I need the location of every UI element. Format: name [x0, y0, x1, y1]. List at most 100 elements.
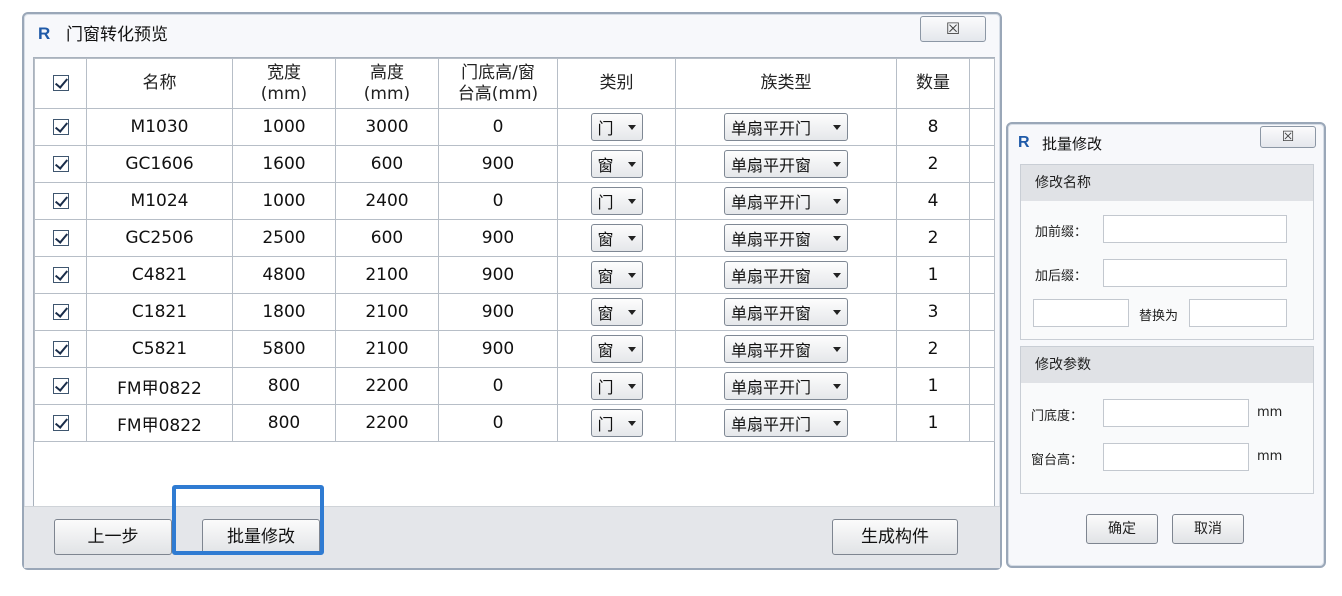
chevron-down-icon: [627, 420, 636, 426]
row-checkbox[interactable]: [52, 230, 69, 246]
category-value: 窗: [597, 156, 614, 175]
height-cell: 2100: [335, 293, 439, 331]
chevron-down-icon: [627, 272, 636, 278]
sill-cell: 900: [438, 219, 558, 257]
spacer-cell: [969, 219, 995, 257]
category-dropdown[interactable]: 窗: [590, 261, 643, 289]
row-select-cell[interactable]: [34, 182, 87, 220]
family-type-dropdown[interactable]: 单扇平开门: [724, 409, 848, 437]
row-checkbox[interactable]: [52, 156, 69, 172]
row-select-cell[interactable]: [34, 404, 87, 442]
table-row[interactable]: M1024 1000 2400 0 门 单扇平开门 4: [34, 182, 995, 220]
select-all-checkbox[interactable]: [52, 75, 69, 91]
family-type-value: 单扇平开窗: [731, 230, 812, 249]
category-cell: 窗: [557, 145, 676, 183]
category-cell: 窗: [557, 330, 676, 368]
table-row[interactable]: GC2506 2500 600 900 窗 单扇平开窗 2: [34, 219, 995, 257]
quantity-cell: 8: [896, 108, 970, 146]
row-select-cell[interactable]: [34, 145, 87, 183]
row-select-cell[interactable]: [34, 108, 87, 146]
cancel-button[interactable]: 取消: [1172, 514, 1244, 544]
column-header-spacer: [969, 58, 995, 109]
spacer-cell: [969, 145, 995, 183]
door-sill-input[interactable]: [1103, 399, 1249, 427]
ok-button[interactable]: 确定: [1086, 514, 1158, 544]
chevron-down-icon: [627, 235, 636, 241]
table-row[interactable]: C1821 1800 2100 900 窗 单扇平开窗 3: [34, 293, 995, 331]
category-value: 窗: [597, 230, 614, 249]
category-value: 门: [597, 193, 614, 212]
replace-input[interactable]: [1189, 299, 1287, 327]
family-cell: 单扇平开门: [675, 367, 897, 405]
table-row[interactable]: M1030 1000 3000 0 门 单扇平开门 8: [34, 108, 995, 146]
batch-modify-dialog: R 批量修改 ☒ 修改名称 加前缀： 加后缀： 替换为 修改参数 门底度： mm…: [1006, 122, 1326, 568]
row-checkbox[interactable]: [52, 119, 69, 135]
row-checkbox[interactable]: [52, 267, 69, 283]
family-type-dropdown[interactable]: 单扇平开门: [724, 113, 848, 141]
quantity-cell: 1: [896, 367, 970, 405]
category-dropdown[interactable]: 门: [590, 409, 643, 437]
window-sill-input[interactable]: [1103, 443, 1249, 471]
revit-logo-icon: R: [38, 24, 51, 43]
table-row[interactable]: FM甲0822 800 2200 0 门 单扇平开门 1: [34, 404, 995, 442]
select-all-cell[interactable]: [34, 58, 87, 109]
family-type-value: 单扇平开窗: [731, 156, 812, 175]
column-header-width: 宽度 (mm): [232, 58, 336, 109]
category-dropdown[interactable]: 窗: [590, 298, 643, 326]
prefix-input[interactable]: [1103, 215, 1287, 243]
find-input[interactable]: [1033, 299, 1129, 327]
row-checkbox[interactable]: [52, 304, 69, 320]
family-type-dropdown[interactable]: 单扇平开门: [724, 372, 848, 400]
chevron-down-icon: [833, 309, 841, 315]
category-dropdown[interactable]: 窗: [590, 150, 643, 178]
row-checkbox[interactable]: [52, 341, 69, 357]
row-select-cell[interactable]: [34, 293, 87, 331]
previous-step-button[interactable]: 上一步: [54, 519, 172, 555]
sill-cell: 900: [438, 256, 558, 294]
chevron-down-icon: [833, 383, 841, 389]
row-checkbox[interactable]: [52, 193, 69, 209]
category-dropdown[interactable]: 门: [590, 113, 643, 141]
width-cell: 4800: [232, 256, 336, 294]
row-checkbox[interactable]: [52, 378, 69, 394]
family-type-dropdown[interactable]: 单扇平开窗: [724, 335, 848, 363]
table-row[interactable]: C4821 4800 2100 900 窗 单扇平开窗 1: [34, 256, 995, 294]
category-dropdown[interactable]: 窗: [590, 335, 643, 363]
sill-cell: 900: [438, 330, 558, 368]
suffix-input[interactable]: [1103, 259, 1287, 287]
family-type-dropdown[interactable]: 单扇平开窗: [724, 298, 848, 326]
row-select-cell[interactable]: [34, 256, 87, 294]
category-cell: 门: [557, 404, 676, 442]
chevron-down-icon: [833, 161, 841, 167]
batch-close-button[interactable]: ☒: [1260, 126, 1316, 148]
table-row[interactable]: GC1606 1600 600 900 窗 单扇平开窗 2: [34, 145, 995, 183]
family-type-value: 单扇平开窗: [731, 267, 812, 286]
family-type-dropdown[interactable]: 单扇平开窗: [724, 261, 848, 289]
row-select-cell[interactable]: [34, 219, 87, 257]
category-dropdown[interactable]: 门: [590, 372, 643, 400]
spacer-cell: [969, 330, 995, 368]
category-dropdown[interactable]: 窗: [590, 224, 643, 252]
family-type-dropdown[interactable]: 单扇平开门: [724, 187, 848, 215]
row-select-cell[interactable]: [34, 330, 87, 368]
close-button[interactable]: ☒: [920, 16, 986, 42]
rename-group: 修改名称 加前缀： 加后缀： 替换为: [1020, 164, 1314, 340]
preview-table: 名称 宽度 (mm) 高度 (mm) 门底高/窗 台高(mm) 类别 族类型 数…: [34, 58, 995, 442]
family-type-value: 单扇平开门: [731, 415, 812, 434]
height-cell: 2100: [335, 256, 439, 294]
family-type-dropdown[interactable]: 单扇平开窗: [724, 150, 848, 178]
generate-components-button[interactable]: 生成构件: [832, 519, 958, 555]
suffix-label: 加后缀：: [1035, 269, 1088, 284]
quantity-cell: 2: [896, 219, 970, 257]
table-row[interactable]: FM甲0822 800 2200 0 门 单扇平开门 1: [34, 367, 995, 405]
family-type-dropdown[interactable]: 单扇平开窗: [724, 224, 848, 252]
width-cell: 800: [232, 367, 336, 405]
prefix-label: 加前缀：: [1035, 225, 1088, 240]
row-checkbox[interactable]: [52, 415, 69, 431]
family-cell: 单扇平开窗: [675, 330, 897, 368]
category-dropdown[interactable]: 门: [590, 187, 643, 215]
table-row[interactable]: C5821 5800 2100 900 窗 单扇平开窗 2: [34, 330, 995, 368]
batch-title-bar: R 批量修改 ☒: [1008, 124, 1324, 164]
row-select-cell[interactable]: [34, 367, 87, 405]
width-cell: 2500: [232, 219, 336, 257]
